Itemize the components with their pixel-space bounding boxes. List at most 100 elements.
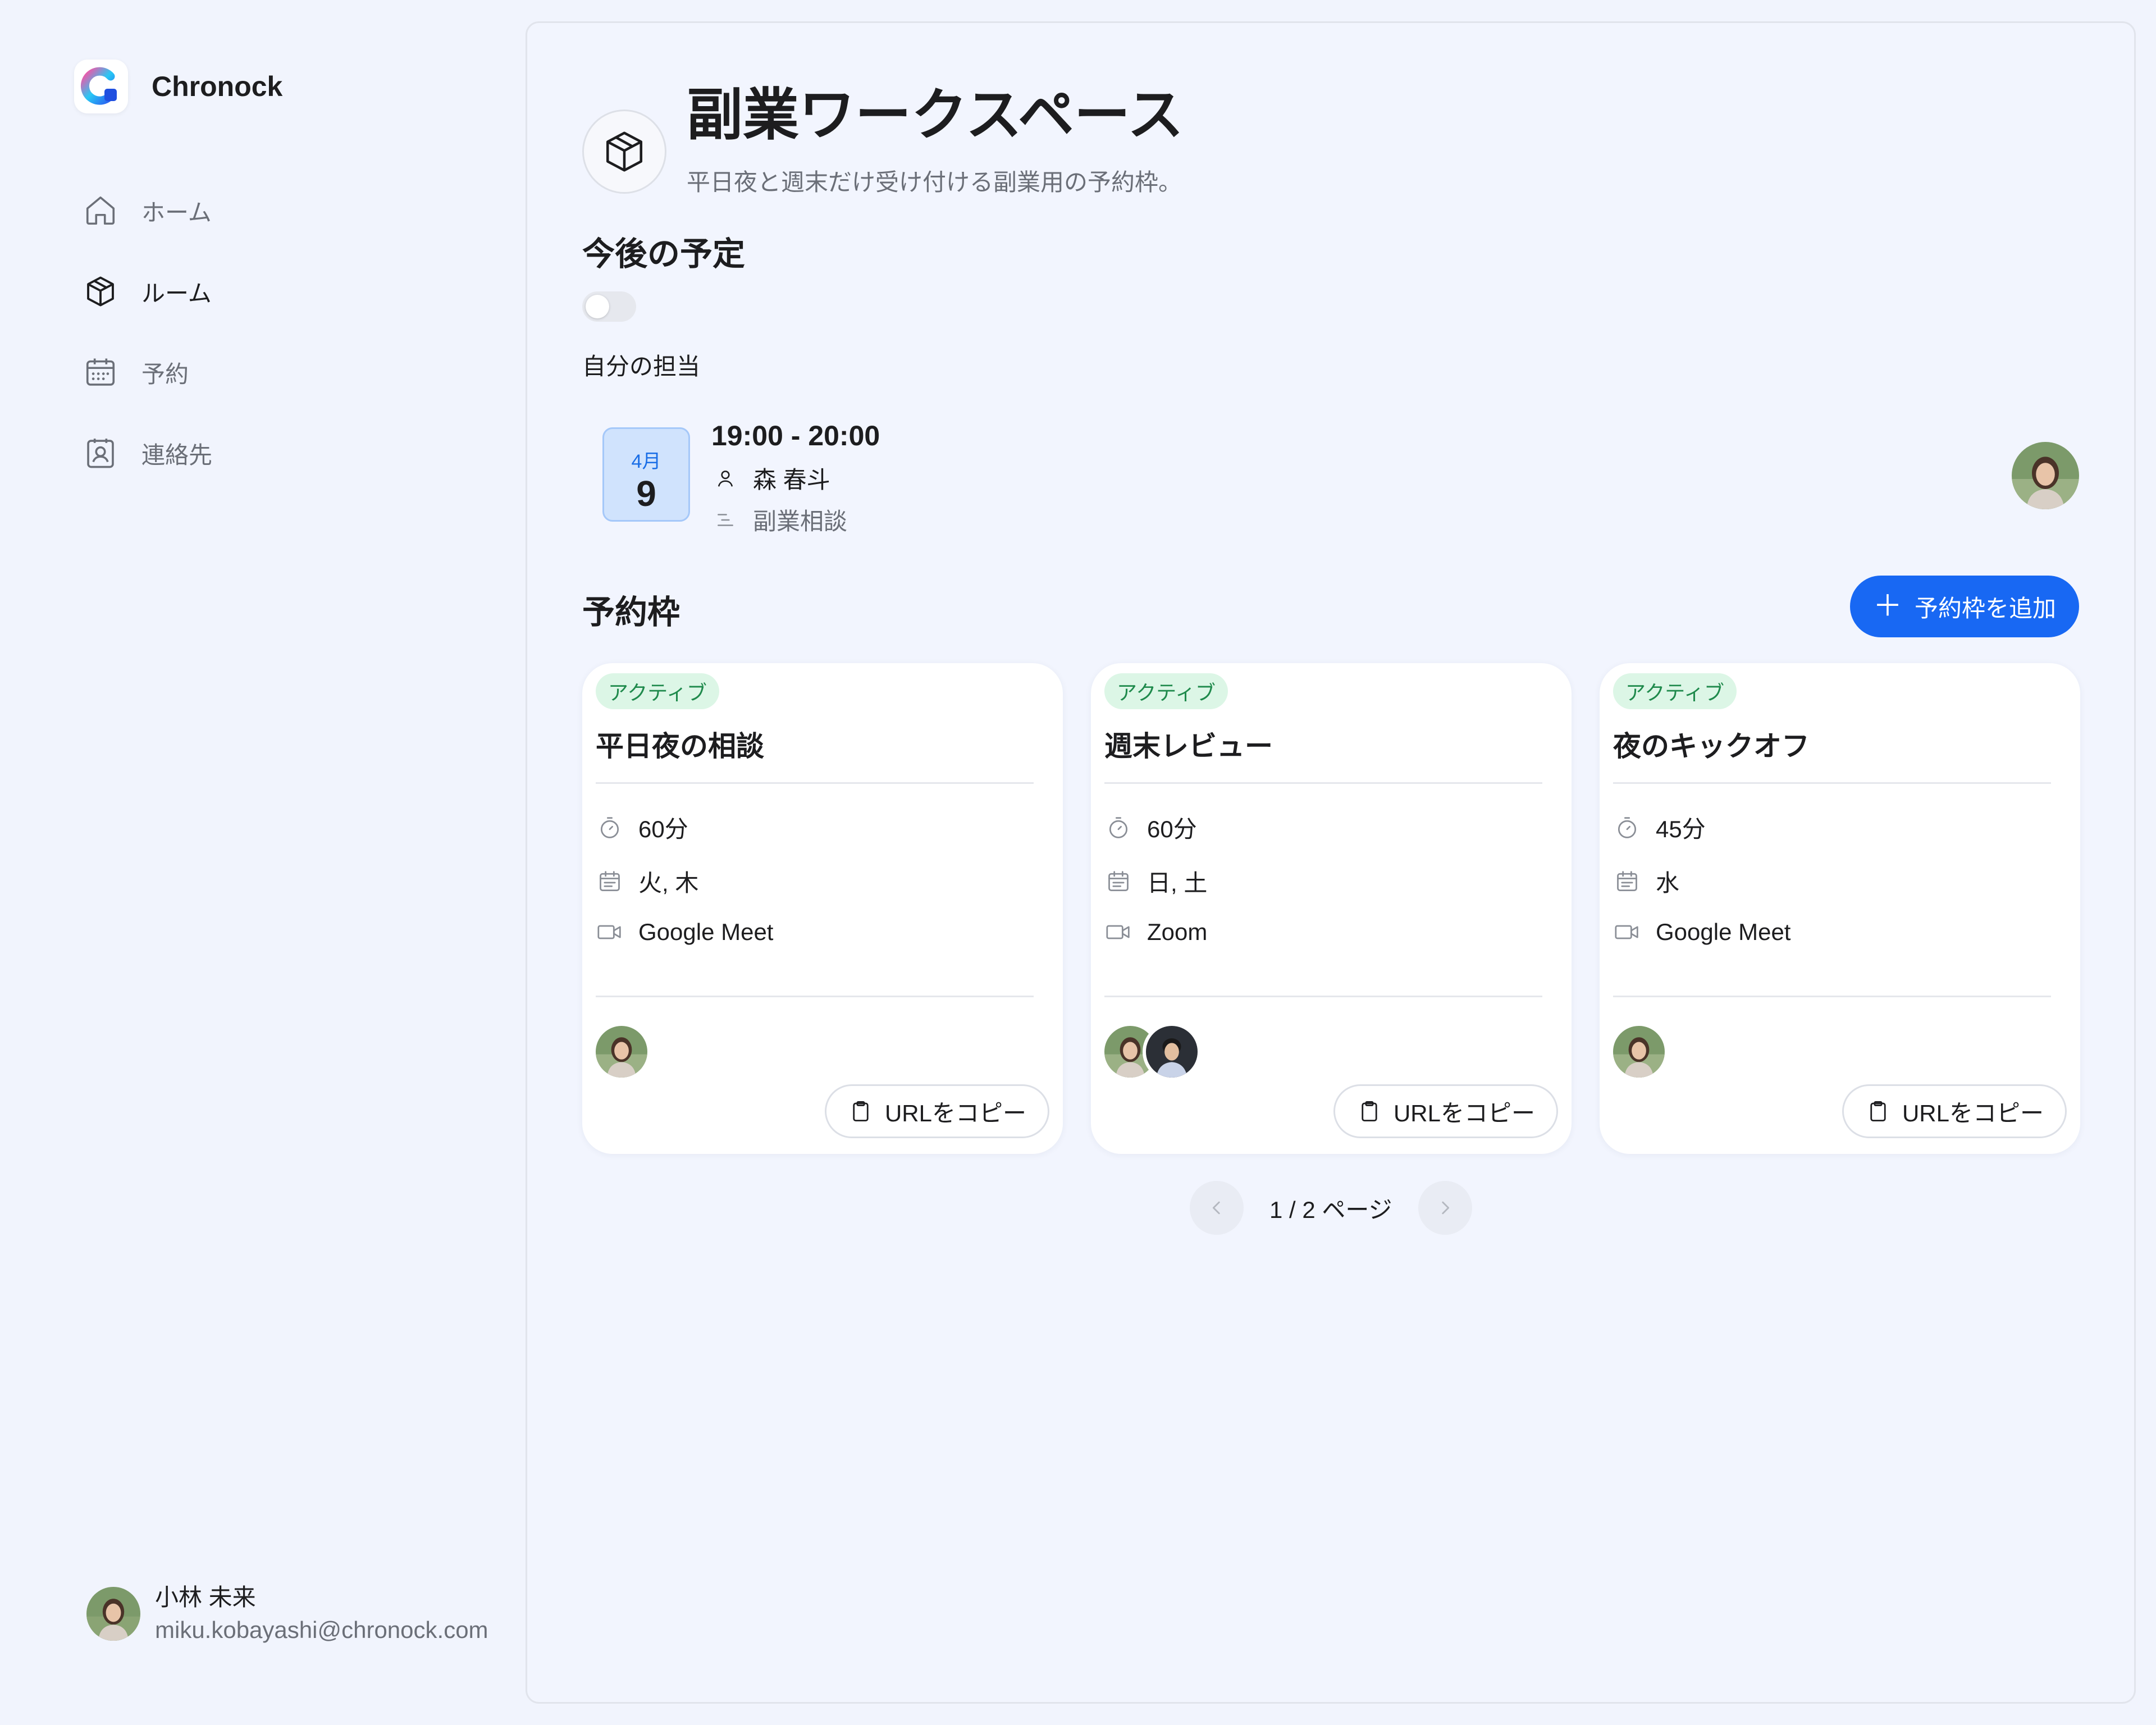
slot-title: 平日夜の相談 [596, 731, 764, 762]
slot-title: 週末レビュー [1104, 731, 1273, 762]
user-email: miku.kobayashi@chronock.com [155, 1617, 488, 1643]
avatar[interactable] [2012, 442, 2079, 509]
clipboard-icon [1865, 1098, 1891, 1124]
copy-url-label: URLをコピー [1393, 1099, 1535, 1126]
stopwatch-icon [596, 814, 624, 842]
days-text: 日, 土 [1147, 870, 1208, 896]
assignee-avatars [1610, 1023, 1668, 1081]
calendar-icon [596, 868, 624, 896]
divider [1104, 996, 1542, 997]
avatar[interactable] [592, 1023, 651, 1081]
calendar-icon [1104, 868, 1132, 896]
slot-duration: 60分 [596, 810, 688, 845]
slot-card[interactable]: アクティブ 週末レビュー 60分 日, 土 Zoom URLをコピー [1091, 663, 1572, 1154]
tool-text: Google Meet [1656, 919, 1791, 945]
slot-duration: 60分 [1104, 810, 1197, 845]
sidebar-item-home[interactable]: ホーム [82, 185, 212, 236]
next-page-button[interactable] [1418, 1181, 1472, 1235]
chevron-right-icon [1441, 1201, 1449, 1215]
divider [1613, 996, 2051, 997]
date-month: 4月 [631, 451, 661, 472]
page-description: 平日夜と週末だけ受け付ける副業用の予約枠。 [687, 169, 1182, 195]
sidebar-nav: ホーム ルーム 予約 連絡先 [82, 185, 212, 509]
divider [1104, 782, 1542, 784]
cube-icon [582, 109, 666, 194]
avatar[interactable] [1143, 1023, 1201, 1081]
slot-tool: Zoom [1104, 918, 1207, 946]
video-camera-icon [1613, 918, 1641, 946]
clipboard-icon [848, 1098, 874, 1124]
divider [596, 996, 1034, 997]
current-user[interactable]: 小林 未来 miku.kobayashi@chronock.com [86, 1581, 488, 1646]
days-text: 水 [1656, 870, 1680, 896]
user-name: 小林 未来 [155, 1584, 256, 1610]
sidebar-item-reservations[interactable]: 予約 [82, 347, 212, 398]
room-header: 副業ワークスペース 平日夜と週末だけ受け付ける副業用の予約枠。 [582, 77, 1184, 198]
pagination: 1 / 2 ページ [1190, 1181, 1472, 1235]
slot-days: 水 [1613, 864, 1679, 898]
status-badge: アクティブ [596, 673, 720, 709]
date-day: 9 [636, 473, 656, 514]
divider [596, 782, 1034, 784]
status-badge: アクティブ [1613, 673, 1737, 709]
sidebar-item-label: ルーム [141, 280, 212, 307]
cube-icon [82, 273, 119, 310]
subject-text: 副業相談 [753, 508, 848, 535]
prev-page-button[interactable] [1190, 1181, 1244, 1235]
assignee-avatars [1101, 1023, 1201, 1081]
appointment-item[interactable]: 4月 9 19:00 - 20:00 森 春斗 副業相談 [602, 405, 2079, 545]
toggle-label: 自分の担当 [582, 353, 701, 380]
calendar-icon [1613, 868, 1641, 896]
sidebar-item-label: 連絡先 [141, 441, 213, 468]
text-lines-icon [711, 506, 739, 534]
video-camera-icon [1104, 918, 1132, 946]
status-badge: アクティブ [1104, 673, 1228, 709]
duration-text: 60分 [1147, 816, 1197, 842]
app-logo[interactable]: Chronock [74, 60, 282, 113]
slot-tool: Google Meet [1613, 918, 1790, 946]
main-panel: 副業ワークスペース 平日夜と週末だけ受け付ける副業用の予約枠。 今後の予定 自分… [526, 21, 2136, 1704]
copy-url-label: URLをコピー [1902, 1099, 2044, 1126]
app-name: Chronock [152, 71, 283, 102]
add-slot-label: 予約枠を追加 [1915, 595, 2057, 622]
slot-tool: Google Meet [596, 918, 773, 946]
sidebar-item-label: 予約 [141, 360, 189, 387]
chronock-logo-icon [74, 60, 128, 113]
assignee-avatars [592, 1023, 651, 1081]
appointment-subject: 副業相談 [711, 503, 847, 537]
contact-icon [82, 435, 119, 472]
appointment-time: 19:00 - 20:00 [711, 420, 880, 451]
sidebar-item-room[interactable]: ルーム [82, 266, 212, 317]
avatar[interactable] [1610, 1023, 1668, 1081]
copy-url-button[interactable]: URLをコピー [1333, 1084, 1558, 1138]
video-camera-icon [596, 918, 624, 946]
stopwatch-icon [1104, 814, 1132, 842]
add-slot-button[interactable]: ＋ 予約枠を追加 [1850, 576, 2079, 637]
stopwatch-icon [1613, 814, 1641, 842]
page-title: 副業ワークスペース [687, 84, 1184, 147]
slots-section-title: 予約枠 [582, 594, 680, 631]
avatar [86, 1587, 140, 1641]
upcoming-section-title: 今後の予定 [582, 236, 746, 272]
chevron-left-icon [1212, 1201, 1220, 1215]
appointment-person: 森 春斗 [711, 461, 830, 495]
slot-days: 日, 土 [1104, 864, 1207, 898]
person-icon [711, 464, 739, 492]
duration-text: 45分 [1656, 816, 1706, 842]
copy-url-button[interactable]: URLをコピー [1842, 1084, 2067, 1138]
toggle-knob [586, 295, 609, 318]
my-assignments-toggle[interactable] [582, 291, 636, 322]
person-name: 森 春斗 [753, 467, 830, 493]
tool-text: Google Meet [638, 919, 774, 945]
page-indicator: 1 / 2 ページ [1269, 1196, 1392, 1223]
slot-card[interactable]: アクティブ 平日夜の相談 60分 火, 木 Google Meet URLをコピ [582, 663, 1063, 1154]
clipboard-icon [1356, 1098, 1382, 1124]
slot-duration: 45分 [1613, 810, 1706, 845]
slot-card[interactable]: アクティブ 夜のキックオフ 45分 水 Google Meet URLをコピー [1600, 663, 2080, 1154]
divider [1613, 782, 2051, 784]
plus-icon: ＋ [1872, 590, 1902, 623]
home-icon [82, 192, 119, 229]
slot-days: 火, 木 [596, 864, 698, 898]
sidebar-item-contacts[interactable]: 連絡先 [82, 428, 212, 478]
copy-url-button[interactable]: URLをコピー [824, 1084, 1049, 1138]
